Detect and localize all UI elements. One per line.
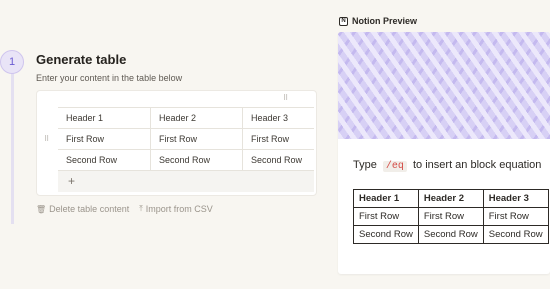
equation-hint: Type /eq to insert an block equation [353, 159, 541, 172]
preview-table: Header 1 Header 2 Header 3 First Row Fir… [353, 189, 549, 244]
table-cell[interactable]: Second Row [242, 150, 314, 170]
preview-cell: Second Row [417, 225, 484, 244]
table-cell[interactable]: First Row [150, 129, 242, 149]
upload-icon: ⤒ [139, 204, 143, 213]
preview-table-row: First Row First Row First Row [353, 207, 549, 226]
step-subtitle: Enter your content in the table below [36, 73, 183, 83]
preview-cell: First Row [353, 207, 419, 226]
table-editor: ⠿ ⠿ Header 1 Header 2 Header 3 First Row… [36, 90, 317, 196]
drag-handle-icon[interactable]: ⠿ [283, 94, 288, 102]
header-row: Header 1 Header 2 Header 3 [58, 107, 314, 128]
delete-table-button[interactable]: 🗑 Delete table content [36, 204, 129, 214]
preview-cell: First Row [482, 207, 549, 226]
trash-icon: 🗑 [36, 204, 47, 214]
header-cell[interactable]: Header 3 [242, 108, 314, 128]
preview-cell: Second Row [482, 225, 549, 244]
preview-header-cell: Header 1 [353, 189, 419, 208]
table-row: First Row First Row First Row [58, 128, 314, 149]
preview-cell: Second Row [353, 225, 419, 244]
preview-label: Notion Preview [352, 16, 418, 26]
import-csv-button[interactable]: ⤒ Import from CSV [139, 204, 213, 214]
add-row-button[interactable]: + [58, 170, 314, 192]
table-actions: 🗑 Delete table content ⤒ Import from CSV [36, 204, 213, 214]
cover-image [338, 32, 550, 139]
preview-header-cell: Header 2 [417, 189, 484, 208]
drag-handle-icon[interactable]: ⠿ [44, 135, 49, 143]
import-label: Import from CSV [145, 204, 213, 214]
table-cell[interactable]: Second Row [58, 150, 150, 170]
preview-heading: N Notion Preview [339, 16, 417, 26]
notion-icon: N [339, 16, 348, 26]
header-cell[interactable]: Header 1 [58, 108, 150, 128]
editor-grid: Header 1 Header 2 Header 3 First Row Fir… [58, 107, 314, 192]
step-rail [11, 62, 14, 224]
eq-suffix: to insert an block equation [413, 159, 542, 171]
table-cell[interactable]: Second Row [150, 150, 242, 170]
step-title: Generate table [36, 52, 127, 67]
preview-header-cell: Header 3 [482, 189, 549, 208]
eq-prefix: Type [353, 159, 377, 171]
preview-cell: First Row [417, 207, 484, 226]
delete-label: Delete table content [49, 204, 130, 214]
table-cell[interactable]: First Row [242, 129, 314, 149]
table-cell[interactable]: First Row [58, 129, 150, 149]
preview-header-row: Header 1 Header 2 Header 3 [353, 189, 549, 208]
table-row: Second Row Second Row Second Row [58, 149, 314, 170]
header-cell[interactable]: Header 2 [150, 108, 242, 128]
notion-preview-card: Type /eq to insert an block equation Hea… [338, 32, 550, 274]
step-number-badge: 1 [0, 50, 24, 74]
preview-table-row: Second Row Second Row Second Row [353, 225, 549, 244]
eq-code: /eq [382, 161, 407, 172]
